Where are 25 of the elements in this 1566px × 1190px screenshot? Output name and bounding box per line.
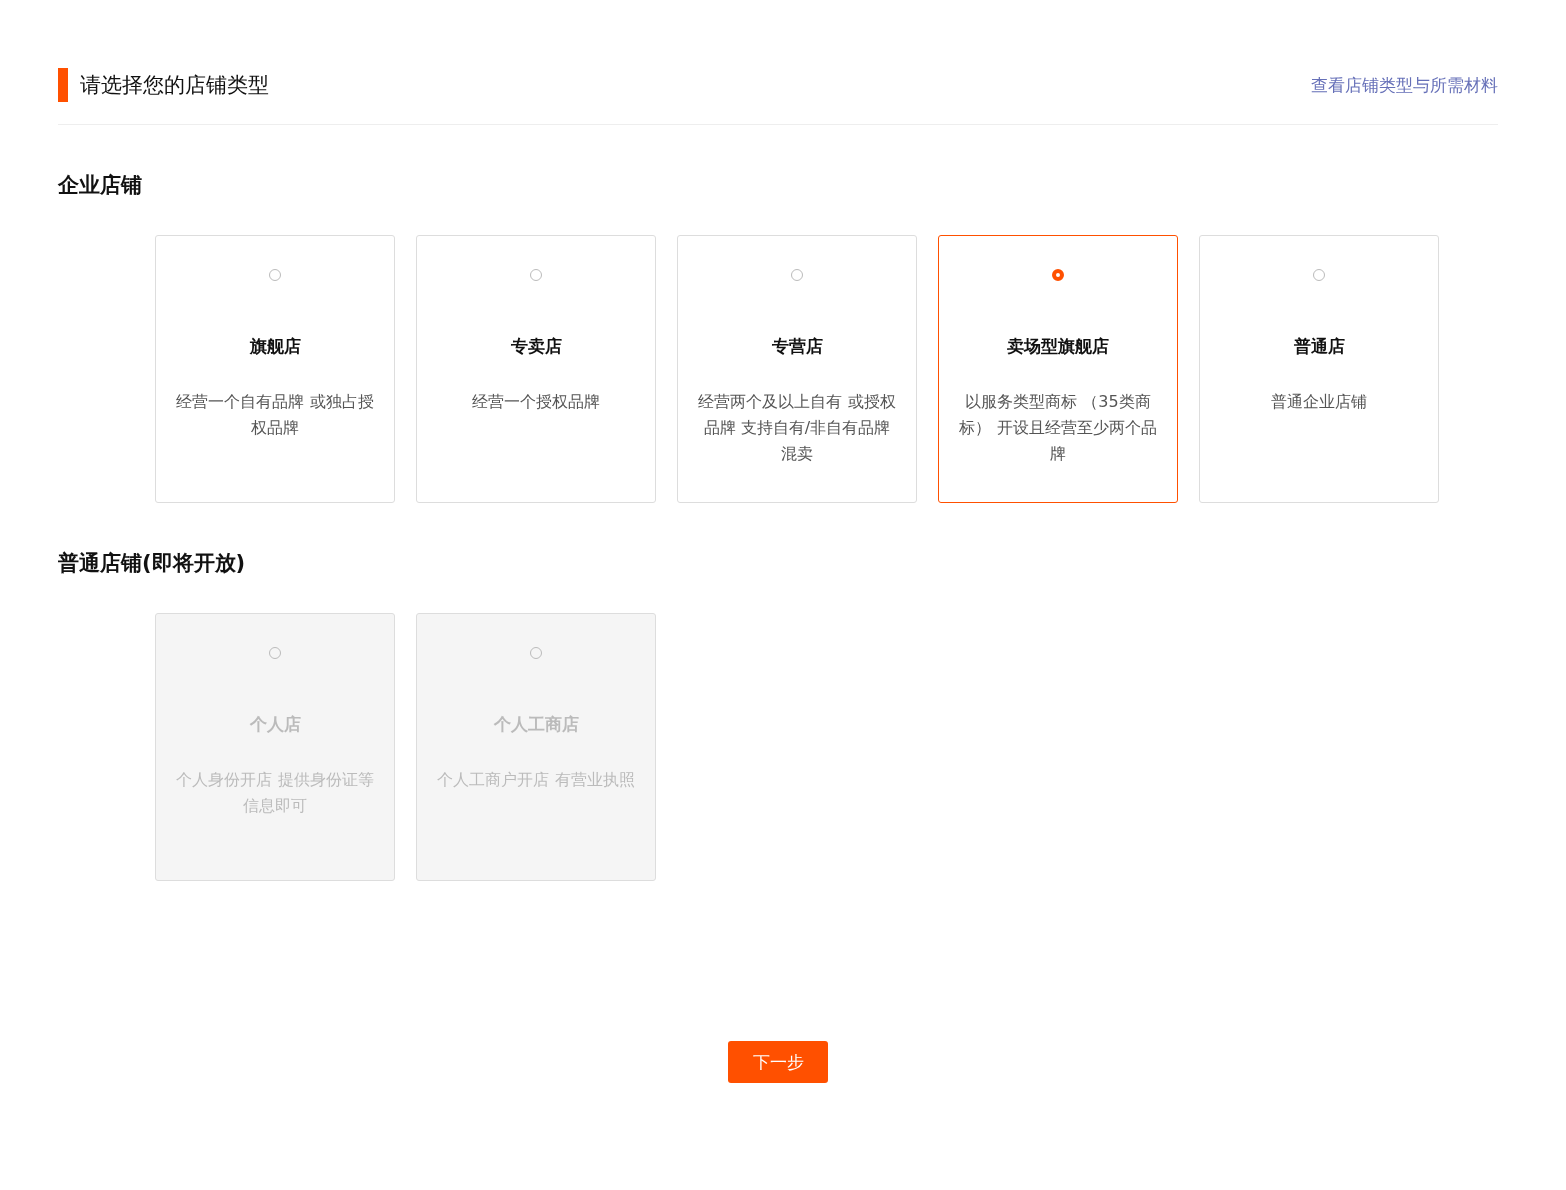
card-title: 普通店	[1293, 335, 1345, 358]
card-title: 个人店	[249, 713, 301, 736]
store-type-card[interactable]: 专营店 经营两个及以上自有 或授权品牌 支持自有/非自有品牌混卖	[677, 235, 917, 503]
page-title: 请选择您的店铺类型	[80, 72, 269, 99]
card-description: 以服务类型商标 （35类商标） 开设且经营至少两个品牌	[958, 391, 1158, 465]
section-title: 普通店铺(即将开放)	[58, 550, 247, 577]
radio-button[interactable]	[1052, 269, 1064, 281]
card-description: 经营一个自有品牌 或独占授权品牌	[175, 391, 375, 439]
card-title: 专卖店	[510, 335, 562, 358]
store-type-card[interactable]: 卖场型旗舰店 以服务类型商标 （35类商标） 开设且经营至少两个品牌	[938, 235, 1178, 503]
store-type-card[interactable]: 旗舰店 经营一个自有品牌 或独占授权品牌	[155, 235, 395, 503]
card-description: 经营一个授权品牌	[472, 391, 600, 413]
card-description: 个人身份开店 提供身份证等信息即可	[175, 769, 375, 817]
store-type-card[interactable]: 专卖店 经营一个授权品牌	[416, 235, 656, 503]
store-types-link[interactable]: 查看店铺类型与所需材料	[1311, 73, 1498, 97]
card-title: 专营店	[771, 335, 823, 358]
card-description: 经营两个及以上自有 或授权品牌 支持自有/非自有品牌混卖	[697, 391, 897, 465]
card-description: 个人工商户开店 有营业执照	[437, 769, 635, 791]
section-title: 企业店铺	[58, 172, 143, 199]
card-title: 卖场型旗舰店	[1007, 335, 1109, 358]
card-description: 普通企业店铺	[1271, 391, 1367, 413]
store-type-card[interactable]: 普通店 普通企业店铺	[1199, 235, 1439, 503]
card-title: 旗舰店	[249, 335, 301, 358]
accent-bar	[58, 68, 68, 102]
card-title: 个人工商店	[493, 713, 579, 736]
